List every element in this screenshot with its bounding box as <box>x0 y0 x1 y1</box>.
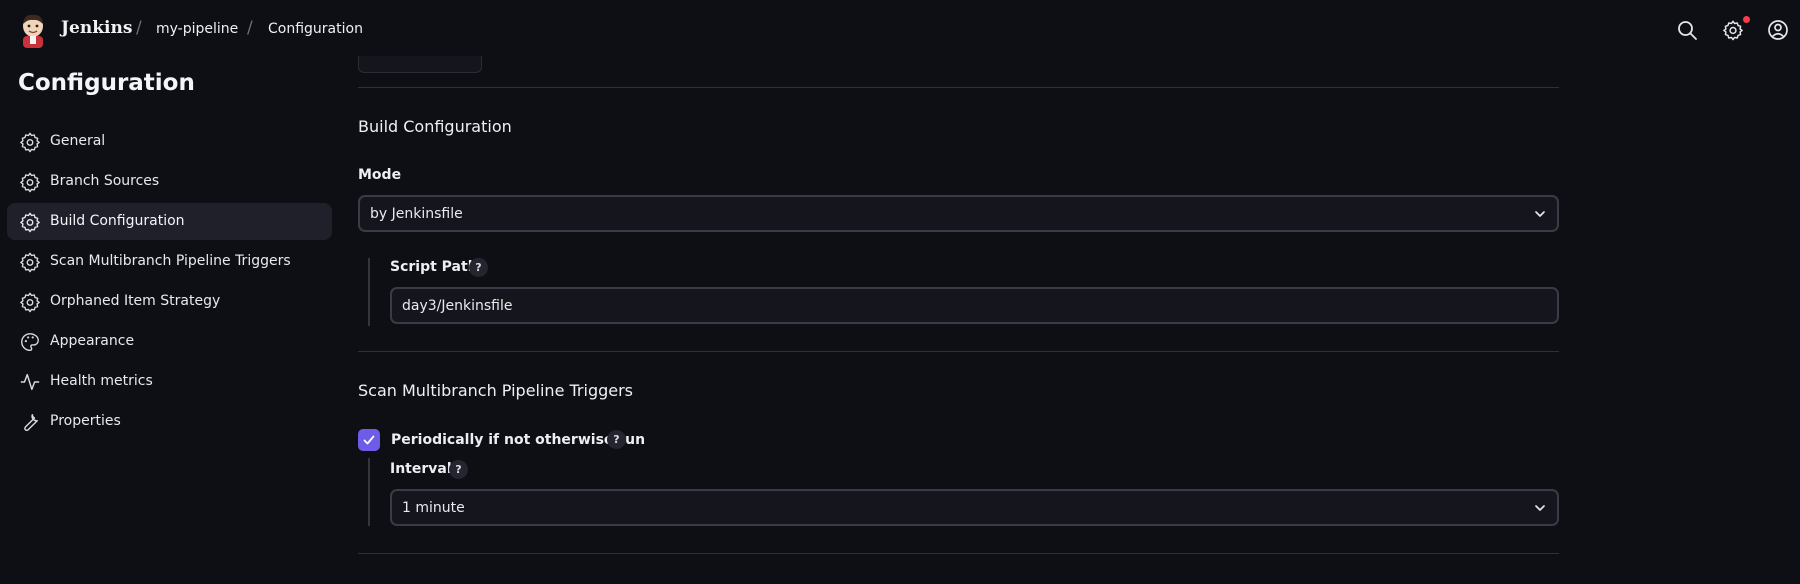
periodic-checkbox[interactable] <box>358 429 380 451</box>
breadcrumb-configuration[interactable]: Configuration <box>268 21 363 37</box>
section-divider <box>358 351 1559 352</box>
help-icon[interactable]: ? <box>607 430 626 449</box>
gear-icon <box>20 172 40 193</box>
interval-label: Interval <box>390 461 452 477</box>
gear-icon <box>20 292 40 313</box>
help-icon[interactable]: ? <box>449 460 468 479</box>
script-path-input[interactable]: day3/Jenkinsfile <box>390 287 1559 324</box>
sidebar-item-label: Branch Sources <box>50 173 160 189</box>
sidebar-item-general[interactable]: General <box>7 123 332 160</box>
brand-name[interactable]: Jenkins <box>61 18 132 38</box>
sidebar-item-label: Health metrics <box>50 373 153 389</box>
script-path-value: day3/Jenkinsfile <box>402 297 513 314</box>
mode-select-value: by Jenkinsfile <box>370 205 463 222</box>
section-divider <box>358 87 1559 88</box>
help-icon[interactable]: ? <box>469 258 488 277</box>
user-icon[interactable] <box>1767 19 1789 41</box>
interval-select-value: 1 minute <box>402 499 465 516</box>
sidebar-item-label: Scan Multibranch Pipeline Triggers <box>50 253 291 269</box>
mode-select[interactable]: by Jenkinsfile <box>358 195 1559 232</box>
wrench-icon <box>24 413 38 431</box>
palette-icon <box>21 333 39 351</box>
sidebar-item-orphaned-item-strategy[interactable]: Orphaned Item Strategy <box>7 283 332 320</box>
sidebar-item-properties[interactable]: Properties <box>7 403 332 440</box>
sidebar-item-label: Orphaned Item Strategy <box>50 293 221 309</box>
sidebar-item-label: General <box>50 133 106 149</box>
check-icon <box>363 435 375 445</box>
sidebar-title: Configuration <box>18 70 195 96</box>
gear-icon <box>20 212 40 233</box>
gear-icon <box>20 132 40 153</box>
interval-select[interactable]: 1 minute <box>390 489 1559 526</box>
breadcrumb-separator: / <box>136 18 142 38</box>
search-icon[interactable] <box>1676 19 1698 41</box>
previous-section-control[interactable] <box>358 56 482 73</box>
sidebar-item-branch-sources[interactable]: Branch Sources <box>7 163 332 200</box>
section-title-scan-triggers: Scan Multibranch Pipeline Triggers <box>358 381 634 400</box>
sidebar-item-label: Appearance <box>50 333 135 349</box>
chevron-down-icon <box>1535 505 1545 511</box>
sidebar-item-build-configuration[interactable]: Build Configuration <box>7 203 332 240</box>
jenkins-logo-icon[interactable] <box>18 12 48 48</box>
breadcrumb-separator: / <box>247 18 253 38</box>
script-path-label: Script Path <box>390 259 478 275</box>
sidebar-item-label: Properties <box>50 413 121 429</box>
breadcrumb-my-pipeline[interactable]: my-pipeline <box>156 21 238 37</box>
mode-label: Mode <box>358 167 402 183</box>
pulse-icon <box>20 373 40 391</box>
notification-dot <box>1743 16 1750 23</box>
chevron-down-icon <box>1535 211 1545 217</box>
nested-field-indicator <box>368 258 370 326</box>
section-divider <box>358 553 1559 554</box>
sidebar-item-appearance[interactable]: Appearance <box>7 323 332 360</box>
nested-field-indicator <box>368 458 370 526</box>
gear-icon <box>20 252 40 273</box>
sidebar-item-scan-triggers[interactable]: Scan Multibranch Pipeline Triggers <box>7 243 332 280</box>
sidebar-item-health-metrics[interactable]: Health metrics <box>7 363 332 400</box>
section-title-build-configuration: Build Configuration <box>358 117 512 136</box>
sidebar-item-label: Build Configuration <box>50 213 185 229</box>
gear-icon[interactable] <box>1722 19 1744 41</box>
top-header: Jenkins / my-pipeline / Configuration <box>0 0 1800 59</box>
